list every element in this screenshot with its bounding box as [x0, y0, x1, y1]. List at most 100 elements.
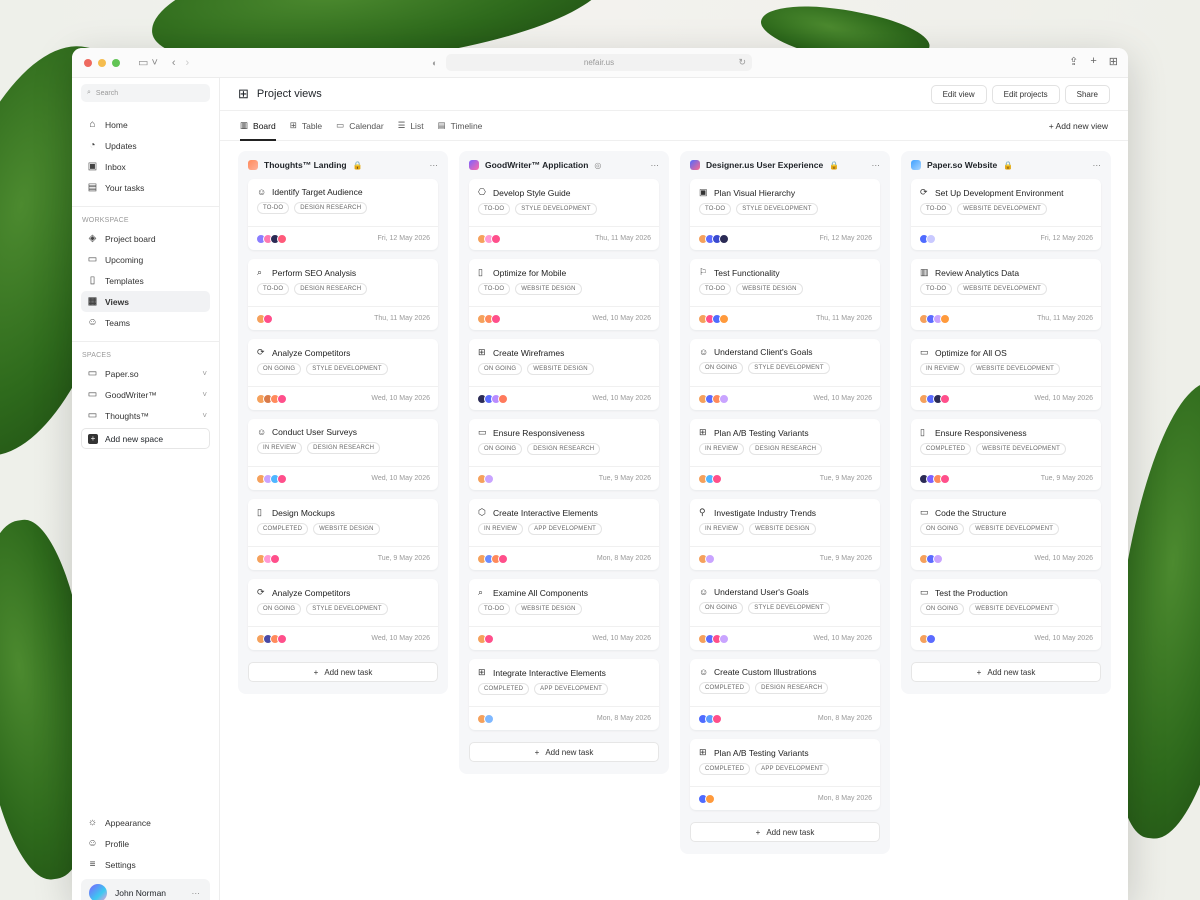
- task-icon: ⟳: [257, 347, 265, 357]
- tab-calendar[interactable]: ▭ Calendar: [336, 111, 384, 140]
- task-card[interactable]: ⌕ Perform SEO Analysis TO-DO DESIGN RESEARC…: [248, 259, 438, 330]
- add-task-button[interactable]: + Add new task: [911, 662, 1101, 682]
- task-card[interactable]: ▯ Ensure Responsiveness COMPLETED WEBSITE D…: [911, 419, 1101, 490]
- task-card[interactable]: ⟳ Analyze Competitors ON GOING STYLE DEVELO…: [248, 579, 438, 650]
- add-task-button[interactable]: + Add new task: [469, 742, 659, 762]
- more-options-icon[interactable]: ···: [430, 160, 439, 170]
- task-card[interactable]: ⊞ Create Wireframes ON GOING WEBSITE DESIGN…: [469, 339, 659, 410]
- task-card[interactable]: ⎔ Develop Style Guide TO-DO STYLE DEVELOPME…: [469, 179, 659, 250]
- add-task-button[interactable]: + Add new task: [690, 822, 880, 842]
- close-window-button[interactable]: [84, 58, 92, 67]
- category-tag: WEBSITE DEVELOPMENT: [957, 203, 1048, 215]
- task-card[interactable]: ⚲ Investigate Industry Trends IN REVIEW WEB…: [690, 499, 880, 570]
- tab-board[interactable]: ▥ Board: [240, 111, 276, 141]
- task-card[interactable]: ▭ Code the Structure ON GOING WEBSITE DEVEL…: [911, 499, 1101, 570]
- task-card[interactable]: ⚐ Test Functionality TO-DO WEBSITE DESIGN Th…: [690, 259, 880, 330]
- status-badge: ON GOING: [699, 602, 744, 614]
- sidebar-toggle-icon[interactable]: ▭ ˅: [138, 56, 158, 69]
- add-space-button[interactable]: + Add new space: [81, 428, 210, 449]
- task-card[interactable]: ▭ Optimize for All OS IN REVIEW WEBSITE DEV…: [911, 339, 1101, 410]
- task-card[interactable]: ▣ Plan Visual Hierarchy TO-DO STYLE DEVELOP…: [690, 179, 880, 250]
- sidebar-item-profile[interactable]: ☺ Profile: [72, 833, 219, 854]
- share-icon[interactable]: ⇪: [1069, 55, 1078, 68]
- edit-view-button[interactable]: Edit view: [930, 85, 987, 104]
- task-footer: Wed, 10 May 2026: [469, 306, 659, 330]
- task-title-text: Plan Visual Hierarchy: [714, 187, 796, 198]
- avatar: [926, 233, 936, 244]
- task-card[interactable]: ▭ Ensure Responsiveness ON GOING DESIGN RES…: [469, 419, 659, 490]
- back-arrow-icon[interactable]: ‹: [172, 57, 176, 69]
- forward-arrow-icon[interactable]: ›: [186, 57, 190, 69]
- column-header: Paper.so Website 🔒 ···: [911, 151, 1101, 179]
- sidebar-item-goodwriter-[interactable]: ▭ GoodWriter™ ˅: [72, 384, 219, 405]
- more-icon[interactable]: ···: [192, 888, 201, 898]
- sidebar-item-thoughts-[interactable]: ▭ Thoughts™ ˅: [72, 405, 219, 426]
- task-card[interactable]: ☺ Identify Target Audience TO-DO DESIGN RES…: [248, 179, 438, 250]
- edit-projects-button[interactable]: Edit projects: [991, 85, 1060, 104]
- more-options-icon[interactable]: ···: [651, 160, 660, 170]
- chevron-down-icon[interactable]: ˅: [202, 369, 207, 378]
- new-tab-icon[interactable]: +: [1090, 55, 1096, 68]
- tab-timeline[interactable]: ▤ Timeline: [438, 111, 483, 140]
- task-card[interactable]: ⊞ Plan A/B Testing Variants COMPLETED APP D…: [690, 739, 880, 810]
- sidebar-item-home[interactable]: ⌂ Home: [72, 114, 219, 135]
- search-input[interactable]: ⌕ Search: [81, 84, 210, 102]
- share-button[interactable]: Share: [1064, 85, 1110, 104]
- task-card[interactable]: ☺ Conduct User Surveys IN REVIEW DESIGN RES…: [248, 419, 438, 490]
- chevron-down-icon[interactable]: ˅: [202, 390, 207, 399]
- task-card[interactable]: ⟳ Analyze Competitors ON GOING STYLE DEVELO…: [248, 339, 438, 410]
- sidebar-item-inbox[interactable]: ▣ Inbox: [72, 156, 219, 177]
- sidebar-item-appearance[interactable]: ☼ Appearance: [72, 812, 219, 833]
- more-options-icon[interactable]: ···: [1093, 160, 1102, 170]
- task-card[interactable]: ☺ Understand User's Goals ON GOING STYLE DE…: [690, 579, 880, 650]
- status-badge: TO-DO: [920, 283, 953, 295]
- due-date: Wed, 10 May 2026: [1034, 635, 1093, 642]
- task-card[interactable]: ⊞ Integrate Interactive Elements COMPLETED…: [469, 659, 659, 730]
- chevron-down-icon[interactable]: ˅: [202, 411, 207, 420]
- user-profile[interactable]: John Norman ···: [81, 879, 210, 900]
- sidebar-item-your-tasks[interactable]: ▤ Your tasks: [72, 177, 219, 198]
- sidebar-item-views[interactable]: ▦ Views: [81, 291, 210, 312]
- due-date: Wed, 10 May 2026: [813, 635, 872, 642]
- avatar: [719, 313, 729, 324]
- reload-icon[interactable]: ↻: [738, 57, 746, 68]
- page-title: Project views: [256, 88, 322, 100]
- category-tag: STYLE DEVELOPMENT: [515, 203, 597, 215]
- sidebar-item-templates[interactable]: ▯ Templates: [72, 270, 219, 291]
- sidebar-item-settings[interactable]: ≡ Settings: [72, 854, 219, 875]
- sidebar-item-teams[interactable]: ☺ Teams: [72, 312, 219, 333]
- task-card[interactable]: ☺ Create Custom Illustrations COMPLETED DES…: [690, 659, 880, 730]
- shield-icon[interactable]: ◐: [432, 58, 437, 68]
- category-tag: WEBSITE DEVELOPMENT: [969, 523, 1060, 535]
- tab-list-icon: ☰: [397, 120, 406, 130]
- tab-overview-icon[interactable]: ⊞: [1109, 55, 1118, 68]
- task-card[interactable]: ▥ Review Analytics Data TO-DO WEBSITE DEVEL…: [911, 259, 1101, 330]
- add-task-button[interactable]: + Add new task: [248, 662, 438, 682]
- tab-list[interactable]: ☰ List: [398, 111, 424, 140]
- spaces-heading: SPACES: [82, 352, 112, 359]
- task-tags: COMPLETED APP DEVELOPMENT: [478, 683, 650, 695]
- address-bar[interactable]: ◐ nefair.us ↻: [432, 54, 752, 71]
- task-icon: ⚲: [699, 507, 706, 517]
- more-options-icon[interactable]: ···: [872, 160, 881, 170]
- task-card[interactable]: ⌕ Examine All Components TO-DO WEBSITE DESI…: [469, 579, 659, 650]
- task-card[interactable]: ▯ Design Mockups COMPLETED WEBSITE DESIGN Tu…: [248, 499, 438, 570]
- task-card[interactable]: ⊞ Plan A/B Testing Variants IN REVIEW DESIG…: [690, 419, 880, 490]
- tab-table[interactable]: ⊞ Table: [290, 111, 322, 140]
- category-tag: DESIGN RESEARCH: [755, 682, 829, 694]
- task-card[interactable]: ▭ Test the Production ON GOING WEBSITE DEVE…: [911, 579, 1101, 650]
- sidebar-item-paper-so[interactable]: ▭ Paper.so ˅: [72, 363, 219, 384]
- assignee-avatars: [477, 233, 501, 244]
- task-card[interactable]: ☺ Understand Client's Goals ON GOING STYLE …: [690, 339, 880, 410]
- task-card[interactable]: ⟳ Set Up Development Environment TO-DO WEBS…: [911, 179, 1101, 250]
- task-tags: ON GOING STYLE DEVELOPMENT: [699, 362, 871, 374]
- sidebar-item-project-board[interactable]: ◈ Project board: [72, 228, 219, 249]
- category-tag: DESIGN RESEARCH: [294, 283, 368, 295]
- sidebar-item-updates[interactable]: ◔ Updates: [72, 135, 219, 156]
- task-card[interactable]: ⬡ Create Interactive Elements IN REVIEW APP…: [469, 499, 659, 570]
- sidebar-item-upcoming[interactable]: ▭ Upcoming: [72, 249, 219, 270]
- minimize-window-button[interactable]: [98, 58, 106, 67]
- add-view-button[interactable]: + Add new view: [1049, 121, 1108, 131]
- maximize-window-button[interactable]: [112, 58, 120, 67]
- task-card[interactable]: ▯ Optimize for Mobile TO-DO WEBSITE DESIGN W…: [469, 259, 659, 330]
